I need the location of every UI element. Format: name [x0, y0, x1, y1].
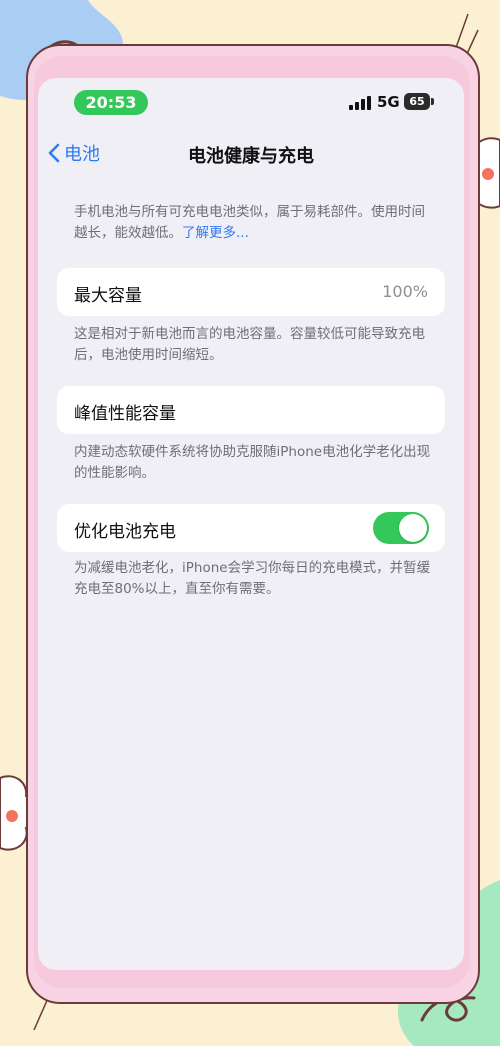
intro-text: 手机电池与所有可充电电池类似，属于易耗部件。使用时间越长，能效越低。了解更多..…	[74, 202, 434, 244]
intro-description: 手机电池与所有可充电电池类似，属于易耗部件。使用时间越长，能效越低。	[74, 204, 425, 241]
page-title: 电池健康与充电	[188, 146, 314, 167]
optimized-charging-row: 优化电池充电	[57, 504, 445, 552]
learn-more-link[interactable]: 了解更多...	[182, 225, 249, 241]
optimized-charging-note: 为减缓电池老化，iPhone会学习你每日的充电模式，并暂缓充电至80%以上，直至…	[74, 560, 431, 597]
toggle-knob	[399, 514, 427, 542]
cellular-signal-icon	[349, 96, 371, 110]
status-time[interactable]: 20:53	[74, 90, 148, 115]
max-capacity-row: 最大容量 100%	[57, 268, 445, 316]
optimized-charging-toggle[interactable]	[373, 512, 429, 544]
peak-performance-row: 峰值性能容量	[57, 386, 445, 434]
max-capacity-label: 最大容量	[74, 286, 142, 306]
peak-performance-note: 内建动态软硬件系统将协助克服随iPhone电池化学老化出现的性能影响。	[74, 444, 431, 481]
max-capacity-note: 这是相对于新电池而言的电池容量。容量较低可能导致充电后，电池使用时间缩短。	[74, 326, 425, 363]
peak-performance-label: 峰值性能容量	[74, 404, 176, 424]
network-type: 5G	[377, 93, 400, 111]
optimized-charging-label: 优化电池充电	[74, 522, 176, 542]
phone-screen: 20:53 5G 65 电池 电池健康与充电 手机电池与所有可充电电池类似，属于…	[38, 78, 464, 970]
navigation-bar: 电池 电池健康与充电	[38, 128, 464, 178]
battery-tip-icon	[431, 98, 434, 105]
status-bar: 20:53 5G 65	[38, 78, 464, 128]
max-capacity-value: 100%	[382, 282, 428, 301]
battery-icon: 65	[404, 93, 430, 110]
